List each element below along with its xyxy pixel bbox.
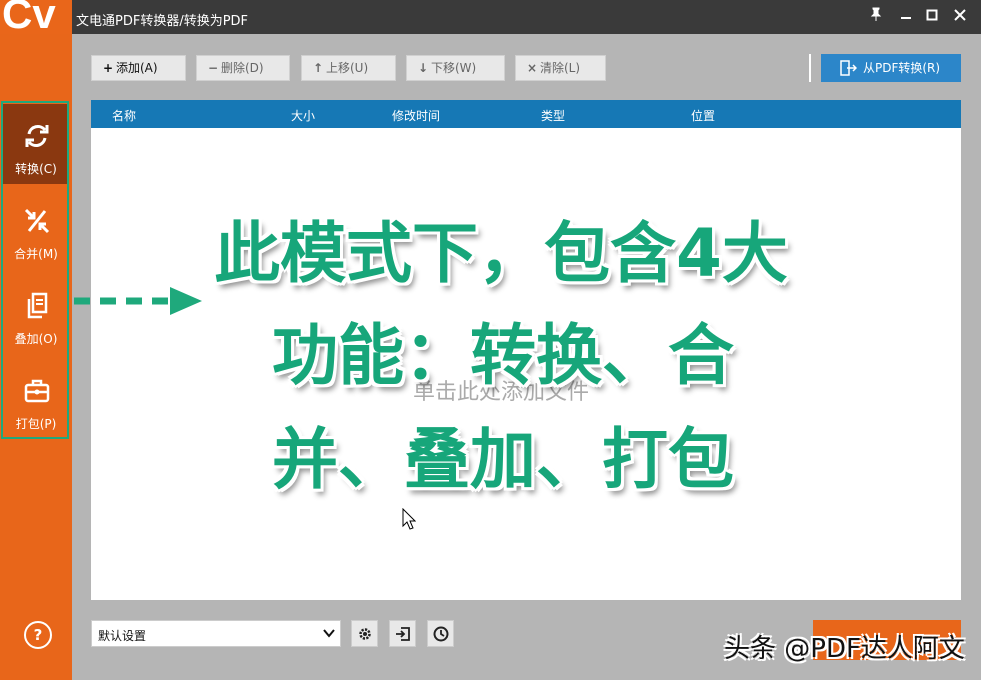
history-button[interactable] [427, 620, 454, 647]
column-type[interactable]: 类型 [541, 107, 565, 124]
watermark: 头条 @PDF达人阿文 [724, 634, 965, 664]
file-list-header: 名称 大小 修改时间 类型 位置 [91, 100, 961, 128]
add-button[interactable]: + 添加(A) [91, 55, 186, 81]
preset-value: 默认设置 [98, 629, 147, 643]
overlay-line-3: 并、叠加、打包 [272, 421, 734, 498]
move-down-label: 下移(W) [431, 61, 477, 75]
from-pdf-button[interactable]: 从PDF转换(R) [821, 54, 961, 82]
pin-icon[interactable] [864, 6, 888, 28]
window-title: 文电通PDF转换器/转换为PDF [76, 14, 249, 29]
close-icon[interactable] [948, 6, 972, 28]
settings-button[interactable] [351, 620, 378, 647]
chevron-down-icon [323, 629, 335, 638]
from-pdf-label: 从PDF转换(R) [863, 61, 941, 75]
column-size[interactable]: 大小 [291, 107, 315, 124]
app-logo: Cv [0, 0, 72, 34]
import-button[interactable] [389, 620, 416, 647]
add-label: 添加(A) [116, 61, 158, 75]
settings-gear-icon [359, 628, 371, 640]
plus-icon: + [102, 61, 114, 75]
clear-button[interactable]: × 清除(L) [515, 55, 606, 81]
title-bar: Cv 文电通PDF转换器/转换为PDF [0, 0, 981, 34]
import-icon [396, 627, 410, 641]
minimize-icon[interactable] [894, 6, 918, 28]
toolbar-divider [809, 54, 811, 82]
overlay-line-1: 此模式下，包含4大 [214, 215, 788, 292]
delete-label: 删除(D) [221, 61, 264, 75]
move-down-button[interactable]: ↓ 下移(W) [406, 55, 505, 81]
sidebar-highlight-box [1, 101, 69, 439]
minus-icon: − [207, 61, 219, 75]
move-up-button[interactable]: ↑ 上移(U) [301, 55, 396, 81]
help-icon[interactable]: ? [24, 621, 52, 649]
export-icon [840, 60, 857, 76]
maximize-icon[interactable] [920, 6, 944, 28]
logo-text: Cv [2, 0, 56, 34]
clock-icon [433, 626, 449, 642]
overlay-line-2: 功能：转换、合 [272, 317, 734, 394]
preset-select[interactable]: 默认设置 [91, 620, 341, 647]
dashed-arrow [74, 287, 202, 315]
column-name[interactable]: 名称 [112, 107, 136, 124]
column-location[interactable]: 位置 [691, 107, 715, 124]
delete-button[interactable]: − 删除(D) [196, 55, 290, 81]
arrow-down-icon: ↓ [417, 61, 429, 75]
move-up-label: 上移(U) [326, 61, 369, 75]
x-icon: × [526, 61, 538, 75]
column-modified[interactable]: 修改时间 [392, 107, 440, 124]
arrow-up-icon: ↑ [312, 61, 324, 75]
mouse-cursor-icon [402, 508, 416, 530]
sidebar: 转换(C) 合并(M) 叠加(O) 打包(P) ? [0, 34, 72, 680]
clear-label: 清除(L) [540, 61, 581, 75]
